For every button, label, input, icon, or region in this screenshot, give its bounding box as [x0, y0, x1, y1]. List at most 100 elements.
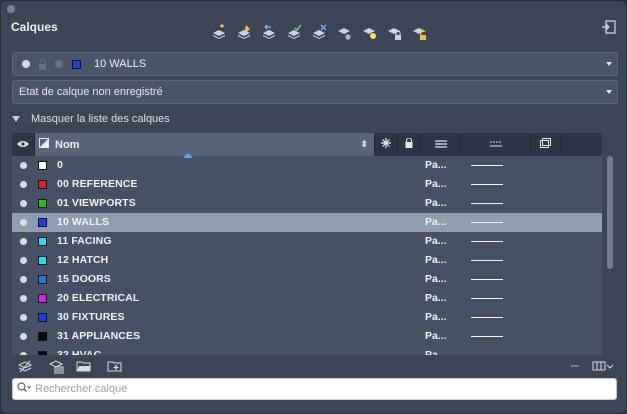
layer-row[interactable]: 15 DOORS Pa... [12, 270, 602, 289]
layer-plot-style[interactable]: Pa... [425, 330, 447, 342]
layer-linetype-sample[interactable] [471, 241, 503, 242]
layer-plot-style[interactable]: Pa... [425, 197, 447, 209]
layer-color-swatch[interactable] [38, 275, 47, 284]
viewport-icon [540, 138, 551, 151]
new-layer-icon[interactable] [209, 23, 228, 41]
layer-plot-style[interactable]: Pa... [425, 178, 447, 190]
layer-on-indicator[interactable] [20, 257, 27, 264]
layer-on-indicator[interactable] [20, 276, 27, 283]
column-lock[interactable] [398, 133, 421, 156]
layer-name: 10 WALLS [57, 216, 110, 228]
edit-layer-icon[interactable] [234, 23, 253, 41]
column-on-off[interactable] [12, 133, 35, 156]
layer-plot-style[interactable]: Pa... [425, 349, 447, 355]
previous-layer-icon[interactable] [259, 23, 278, 41]
column-linetype[interactable] [461, 133, 531, 156]
layer-linetype-sample[interactable] [471, 260, 503, 261]
layer-row[interactable]: 12 HATCH Pa... [12, 251, 602, 270]
layer-linetype-sample[interactable] [471, 279, 503, 280]
column-viewport[interactable] [531, 133, 561, 156]
layer-lock-icon [38, 59, 47, 73]
unlock-layer-icon[interactable] [409, 23, 428, 41]
layer-on-indicator[interactable] [20, 314, 27, 321]
layer-linetype-sample[interactable] [471, 222, 503, 223]
layer-linetype-sample[interactable] [471, 317, 503, 318]
layer-name: 20 ELECTRICAL [57, 292, 140, 304]
unisolate-layer-icon[interactable] [309, 23, 328, 41]
layer-color-swatch[interactable] [38, 294, 47, 303]
layer-name: 11 FACING [57, 235, 112, 247]
layer-state-dropdown[interactable]: Etat de calque non enregistré [12, 80, 618, 104]
layer-row[interactable]: 0 Pa... [12, 156, 602, 175]
vertical-scrollbar[interactable] [607, 156, 613, 269]
layer-color-swatch[interactable] [38, 351, 47, 355]
layer-row[interactable]: 30 FIXTURES Pa... [12, 308, 602, 327]
layer-name: 32 HVAC [57, 349, 102, 355]
layer-color-swatch[interactable] [38, 161, 47, 170]
layer-plot-style[interactable]: Pa... [425, 292, 447, 304]
layer-plot-style[interactable]: Pa... [425, 216, 447, 228]
layer-row[interactable]: 00 REFERENCE Pa... [12, 175, 602, 194]
lines-icon [434, 139, 447, 151]
layer-linetype-sample[interactable] [471, 203, 503, 204]
collapse-minus-icon[interactable] [567, 358, 583, 374]
layer-plot-style[interactable]: Pa... [425, 159, 447, 171]
palette-titlebar[interactable] [1, 1, 626, 17]
layer-on-indicator[interactable] [20, 352, 27, 355]
layer-color-swatch[interactable] [38, 199, 47, 208]
bottom-toolbar [12, 357, 618, 375]
freeze-layer-icon[interactable] [334, 23, 353, 41]
layer-row[interactable]: 10 WALLS Pa... [12, 213, 602, 232]
column-name-label: Nom [55, 138, 80, 151]
layer-off-icon[interactable] [359, 23, 378, 41]
layer-color-swatch[interactable] [38, 313, 47, 322]
columns-menu-icon[interactable] [592, 358, 614, 374]
layer-linetype-sample[interactable] [471, 184, 503, 185]
layer-on-indicator[interactable] [20, 162, 27, 169]
layer-row[interactable]: 20 ELECTRICAL Pa... [12, 289, 602, 308]
layer-on-indicator[interactable] [20, 219, 27, 226]
layer-color-swatch[interactable] [38, 180, 47, 189]
close-dot-icon[interactable] [7, 5, 15, 13]
layer-list-header: Nom ⬍ [12, 133, 602, 158]
layer-on-indicator[interactable] [20, 200, 27, 207]
layer-on-indicator[interactable] [20, 181, 27, 188]
layer-on-indicator[interactable] [20, 238, 27, 245]
layer-linetype-sample[interactable] [471, 165, 503, 166]
lock-layer-icon[interactable] [384, 23, 403, 41]
column-plot-style[interactable] [421, 133, 461, 156]
dropdown-arrow-icon [606, 90, 612, 94]
layer-plot-style[interactable]: Pa... [425, 311, 447, 323]
search-input[interactable] [35, 383, 595, 395]
layer-state-value: Etat de calque non enregistré [19, 86, 163, 98]
layer-row[interactable]: 31 APPLIANCES Pa... [12, 327, 602, 346]
layer-states-icon[interactable] [17, 358, 33, 374]
current-layer-dropdown[interactable]: 10 WALLS [12, 52, 618, 76]
layer-linetype-sample[interactable] [471, 336, 503, 337]
isolate-layer-icon[interactable] [284, 23, 303, 41]
layer-color-swatch[interactable] [38, 332, 47, 341]
layer-linetype-sample[interactable] [471, 298, 503, 299]
dock-panel-icon[interactable] [602, 20, 616, 34]
layer-search-box[interactable] [12, 378, 617, 400]
layer-plot-style[interactable]: Pa... [425, 254, 447, 266]
eye-icon [17, 139, 29, 151]
layer-on-indicator[interactable] [20, 295, 27, 302]
layer-color-swatch[interactable] [38, 256, 47, 265]
layer-on-indicator[interactable] [20, 333, 27, 340]
new-folder-icon[interactable] [107, 358, 123, 374]
open-folder-icon[interactable] [76, 358, 92, 374]
column-name[interactable]: Nom ⬍ [35, 133, 375, 158]
toggle-layer-list[interactable]: Masquer la liste des calques [12, 111, 170, 127]
layer-color-swatch[interactable] [38, 237, 47, 246]
dashed-lines-icon [489, 139, 502, 151]
layer-row[interactable]: 32 HVAC Pa... [12, 346, 602, 355]
layer-name: 01 VIEWPORTS [57, 197, 136, 209]
layer-plot-style[interactable]: Pa... [425, 273, 447, 285]
layer-color-swatch[interactable] [38, 218, 47, 227]
layer-manager-icon[interactable] [48, 358, 64, 374]
layer-row[interactable]: 01 VIEWPORTS Pa... [12, 194, 602, 213]
layer-plot-style[interactable]: Pa... [425, 235, 447, 247]
layer-row[interactable]: 11 FACING Pa... [12, 232, 602, 251]
column-freeze[interactable] [375, 133, 398, 156]
